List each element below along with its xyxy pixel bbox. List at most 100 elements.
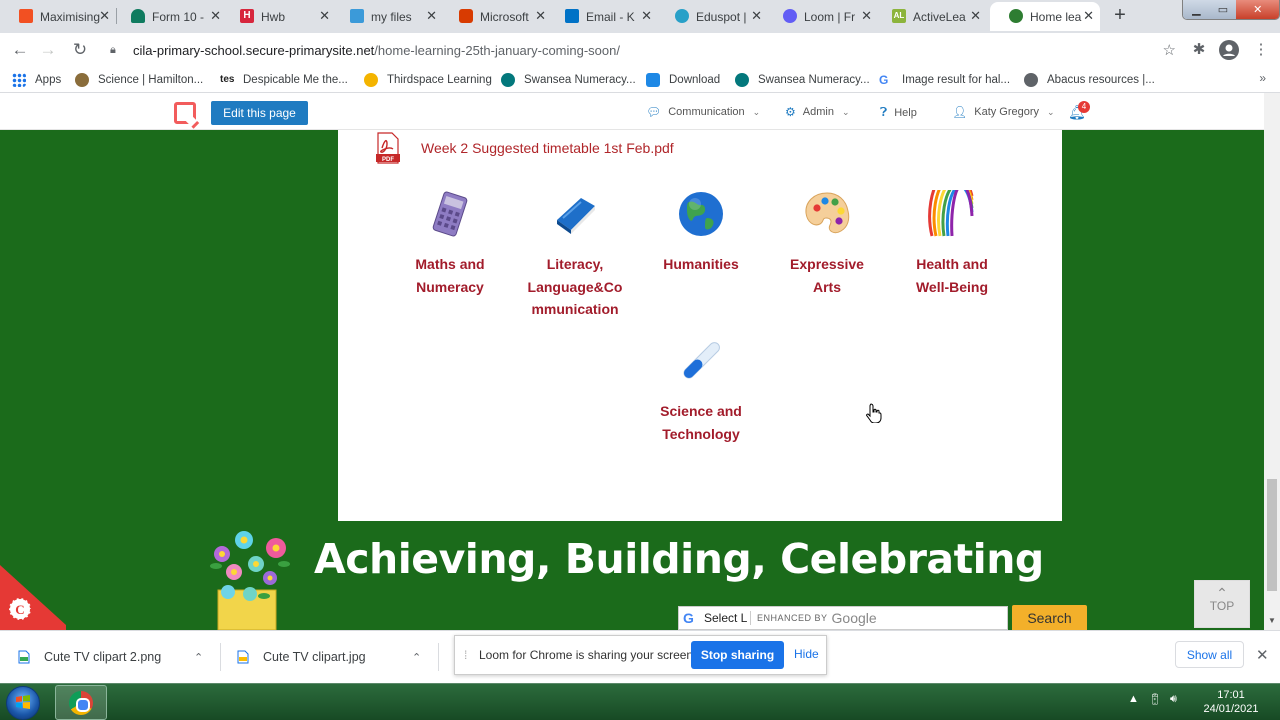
subject-expressive-arts-link[interactable]: Expressive Arts bbox=[764, 190, 890, 298]
bookmark-star-icon[interactable]: ☆ bbox=[1163, 41, 1176, 59]
tab-title: Eduspot | bbox=[696, 9, 747, 24]
volume-icon[interactable]: 🔊︎ bbox=[1170, 693, 1177, 706]
subject-label: Science and Technology bbox=[638, 400, 764, 445]
admin-menu[interactable]: ⚙ Admin ⌄ bbox=[785, 105, 850, 119]
maximize-button[interactable]: ▭ bbox=[1209, 0, 1237, 19]
scroll-down-icon[interactable]: ▼ bbox=[1268, 616, 1276, 625]
admin-label: Admin bbox=[802, 106, 834, 118]
bookmarks-bar: Apps Science | Hamilton... tes Despicabl… bbox=[0, 66, 1280, 93]
close-icon[interactable]: ✕ bbox=[970, 8, 981, 24]
flower-pot-icon bbox=[210, 531, 290, 630]
share-message: Loom for Chrome is sharing your screen. bbox=[479, 648, 697, 662]
power-icon[interactable]: 🔋︎ bbox=[1148, 693, 1162, 706]
help-link[interactable]: ❓︎ Help bbox=[880, 105, 917, 120]
scrollbar-thumb[interactable] bbox=[1267, 479, 1277, 591]
corner-ribbon[interactable]: C bbox=[0, 565, 66, 630]
shelf-separator bbox=[438, 643, 439, 671]
close-icon[interactable]: ✕ bbox=[1256, 646, 1269, 664]
browser-tab[interactable]: AL ActiveLea ✕ bbox=[873, 2, 987, 31]
test-tube-icon bbox=[683, 342, 720, 379]
tab-title: Loom | Fr bbox=[804, 9, 856, 24]
hide-button[interactable]: Hide bbox=[794, 647, 819, 661]
more-bookmarks-icon[interactable]: » bbox=[1259, 71, 1266, 85]
bookmark-item[interactable]: Swansea Numeracy... bbox=[501, 70, 636, 90]
bookmark-item[interactable]: Download bbox=[646, 70, 720, 90]
browser-tab[interactable]: Microsoft ✕ bbox=[440, 2, 552, 31]
subject-health-link[interactable]: Health and Well-Being bbox=[889, 169, 1015, 298]
chevron-down-icon: ⌄ bbox=[752, 106, 761, 117]
pdf-download-link[interactable]: PDF Week 2 Suggested timetable 1st Feb.p… bbox=[375, 131, 674, 165]
lock-icon[interactable]: 🔒︎ bbox=[110, 44, 126, 57]
translate-search-box[interactable]: G Select L ENHANCED BY Google bbox=[678, 606, 1008, 630]
close-icon[interactable]: ✕ bbox=[641, 8, 652, 24]
taskbar-clock[interactable]: 17:01 24/01/2021 bbox=[1195, 688, 1267, 716]
book-icon bbox=[557, 198, 595, 234]
download-item[interactable]: Cute TV clipart.jpg bbox=[237, 643, 366, 671]
subject-label-line: Maths and bbox=[415, 256, 485, 272]
menu-icon[interactable]: ⋮ bbox=[1250, 38, 1272, 62]
browser-tab[interactable]: Form 10 - ✕ bbox=[112, 2, 227, 31]
bookmark-item[interactable]: tes Despicable Me the... bbox=[220, 70, 348, 90]
bookmark-item[interactable]: Swansea Numeracy... bbox=[735, 70, 870, 90]
browser-tab[interactable]: Maximising ✕ bbox=[0, 2, 116, 31]
globe-earth-icon bbox=[679, 192, 723, 236]
stop-sharing-button[interactable]: Stop sharing bbox=[691, 641, 784, 669]
bookmark-item[interactable]: Thirdspace Learning bbox=[364, 70, 492, 90]
communication-label: Communication bbox=[668, 106, 745, 118]
tes-icon: tes bbox=[220, 74, 235, 85]
back-icon[interactable]: ← bbox=[8, 38, 32, 62]
select-language-dropdown[interactable]: Select L bbox=[704, 611, 751, 625]
browser-tab[interactable]: Loom | Fr ✕ bbox=[764, 2, 878, 31]
close-icon[interactable]: ✕ bbox=[210, 8, 221, 24]
show-all-downloads-button[interactable]: Show all bbox=[1175, 641, 1244, 668]
corner-badge-letter: C bbox=[15, 602, 24, 617]
close-icon[interactable]: ✕ bbox=[99, 8, 110, 24]
close-icon[interactable]: ✕ bbox=[535, 8, 546, 24]
close-icon[interactable]: ✕ bbox=[319, 8, 330, 24]
forward-icon[interactable]: → bbox=[36, 38, 60, 62]
edit-page-button[interactable]: Edit this page bbox=[211, 101, 308, 125]
close-icon[interactable]: ✕ bbox=[751, 8, 762, 24]
new-tab-button[interactable]: + bbox=[1107, 4, 1133, 28]
bookmark-item[interactable]: Science | Hamilton... bbox=[75, 70, 203, 90]
communication-menu[interactable]: 💬︎ Communication ⌄ bbox=[646, 105, 760, 119]
browser-tab[interactable]: Eduspot | ✕ bbox=[656, 2, 768, 31]
subject-maths-link[interactable]: Maths and Numeracy bbox=[387, 190, 513, 298]
help-label: Help bbox=[894, 106, 917, 119]
reload-icon[interactable]: ↻ bbox=[68, 38, 92, 62]
close-icon[interactable]: ✕ bbox=[426, 8, 437, 24]
subject-science-link[interactable]: Science and Technology bbox=[638, 337, 764, 445]
browser-tab[interactable]: Email - K ✕ bbox=[546, 2, 658, 31]
download-item[interactable]: Cute TV clipart 2.png bbox=[18, 643, 161, 671]
extensions-icon[interactable]: ✱ bbox=[1188, 38, 1210, 62]
back-to-top-button[interactable]: ⌃ TOP bbox=[1194, 580, 1250, 628]
browser-tab-active[interactable]: Home lea ✕ bbox=[990, 2, 1100, 31]
rainbow-icon bbox=[928, 169, 974, 237]
profile-icon[interactable] bbox=[1218, 38, 1240, 62]
bookmark-item[interactable]: G Image result for hal... bbox=[879, 70, 1010, 90]
subject-humanities-link[interactable]: Humanities bbox=[638, 190, 764, 276]
bookmark-item[interactable]: Apps bbox=[12, 70, 61, 90]
subject-literacy-link[interactable]: Literacy, Language&Co mmunication bbox=[512, 190, 638, 321]
chevron-up-icon[interactable]: ⌃ bbox=[412, 651, 421, 664]
minimize-button[interactable]: ▁ bbox=[1183, 0, 1210, 19]
close-icon[interactable]: ✕ bbox=[861, 8, 872, 24]
subject-label-line: Science and bbox=[660, 403, 742, 419]
close-window-button[interactable]: ✕ bbox=[1236, 0, 1279, 19]
chevron-up-icon[interactable]: ⌃ bbox=[194, 651, 203, 664]
chevron-down-icon: ⌄ bbox=[1047, 106, 1055, 117]
user-menu[interactable]: 👤︎ Katy Gregory ⌄ bbox=[952, 105, 1055, 119]
sharepoint-icon bbox=[501, 73, 515, 87]
close-icon[interactable]: ✕ bbox=[1083, 8, 1094, 24]
bookmark-item[interactable]: Abacus resources |... bbox=[1024, 70, 1155, 90]
address-bar[interactable]: 🔒︎ cila-primary-school.secure-primarysit… bbox=[102, 38, 1176, 62]
browser-tab[interactable]: my files ✕ bbox=[331, 2, 443, 31]
site-logo-icon[interactable] bbox=[174, 102, 196, 124]
search-button[interactable]: Search bbox=[1012, 605, 1087, 630]
chevron-down-icon: ⌄ bbox=[841, 106, 850, 117]
show-hidden-icons[interactable]: ▲ bbox=[1128, 693, 1139, 705]
browser-tab[interactable]: H Hwb ✕ bbox=[221, 2, 336, 31]
chrome-taskbar-button[interactable] bbox=[55, 685, 107, 720]
drag-handle-icon[interactable]: ⁞ bbox=[464, 648, 467, 662]
subject-label: Health and Well-Being bbox=[889, 253, 1015, 298]
